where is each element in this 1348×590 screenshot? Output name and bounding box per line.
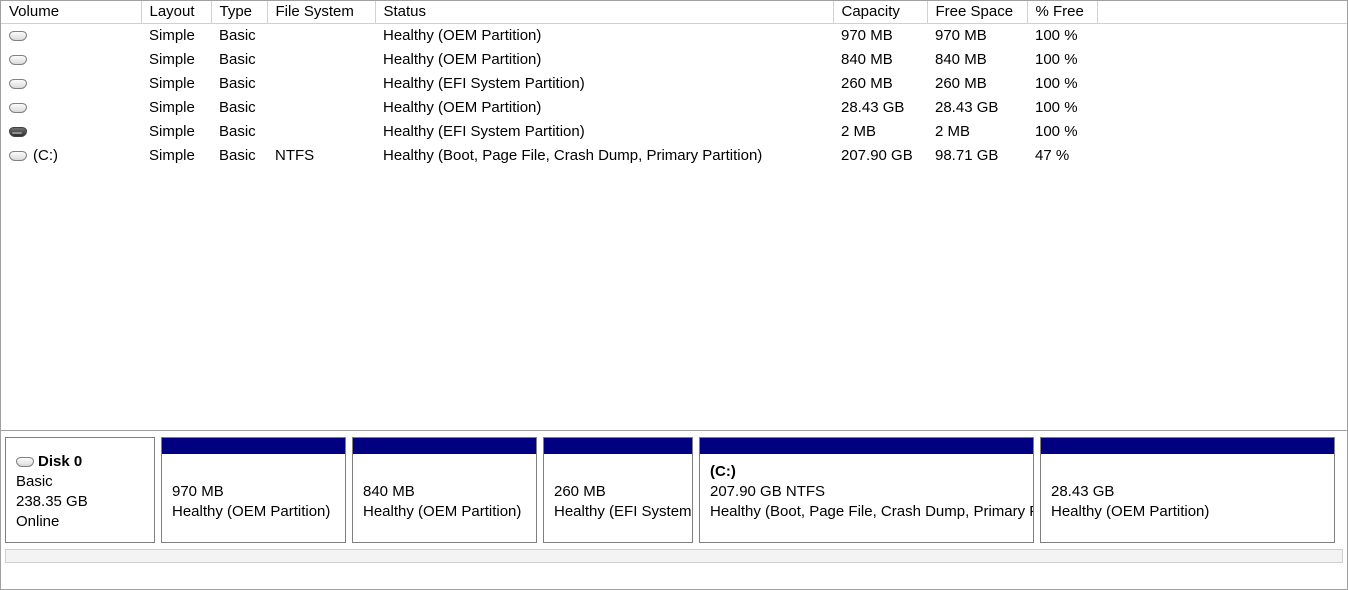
volume-pct: 100 % — [1027, 72, 1097, 96]
col-pctfree[interactable]: % Free — [1027, 1, 1097, 24]
volume-layout: Simple — [141, 24, 211, 49]
volume-capacity: 840 MB — [833, 48, 927, 72]
volume-pct: 47 % — [1027, 144, 1097, 168]
partition-size: 970 MB — [172, 482, 335, 502]
volume-free: 970 MB — [927, 24, 1027, 49]
table-row[interactable]: SimpleBasic Healthy (EFI System Partition… — [1, 72, 1347, 96]
disk-management-window: Volume Layout Type File System Status Ca… — [0, 0, 1348, 590]
disk-row: Disk 0 Basic 238.35 GB Online 970 MBHeal… — [5, 437, 1343, 543]
partition-strip: 970 MBHealthy (OEM Partition) 840 MBHeal… — [161, 437, 1343, 543]
volume-type: Basic — [211, 144, 267, 168]
volume-capacity: 970 MB — [833, 24, 927, 49]
volume-list-panel: Volume Layout Type File System Status Ca… — [1, 1, 1347, 431]
volume-status: Healthy (OEM Partition) — [375, 48, 833, 72]
partition-stripe — [162, 438, 345, 454]
partition-status: Healthy (OEM Partition) — [1051, 502, 1324, 522]
volume-fs — [267, 72, 375, 96]
volume-capacity: 28.43 GB — [833, 96, 927, 120]
col-type[interactable]: Type — [211, 1, 267, 24]
volume-layout: Simple — [141, 72, 211, 96]
col-spacer — [1097, 1, 1347, 24]
volume-pct: 100 % — [1027, 48, 1097, 72]
col-capacity[interactable]: Capacity — [833, 1, 927, 24]
partition-block[interactable]: 28.43 GBHealthy (OEM Partition) — [1040, 437, 1335, 543]
partition-size: 840 MB — [363, 482, 526, 502]
partition-size: 260 MB — [554, 482, 682, 502]
col-layout[interactable]: Layout — [141, 1, 211, 24]
volume-type: Basic — [211, 120, 267, 144]
volume-type: Basic — [211, 48, 267, 72]
partition-status: Healthy (OEM Partition) — [172, 502, 335, 522]
volume-free: 2 MB — [927, 120, 1027, 144]
drive-icon — [9, 103, 27, 113]
horizontal-scrollbar[interactable] — [5, 549, 1343, 563]
volume-free: 840 MB — [927, 48, 1027, 72]
volume-layout: Simple — [141, 48, 211, 72]
column-header-row[interactable]: Volume Layout Type File System Status Ca… — [1, 1, 1347, 24]
volume-status: Healthy (EFI System Partition) — [375, 120, 833, 144]
volume-capacity: 2 MB — [833, 120, 927, 144]
partition-status: Healthy (EFI System Partition) — [554, 502, 682, 522]
volume-free: 28.43 GB — [927, 96, 1027, 120]
partition-size: 207.90 GB NTFS — [710, 482, 1023, 502]
volume-pct: 100 % — [1027, 24, 1097, 49]
table-row[interactable]: SimpleBasicHealthy (OEM Partition)840 MB… — [1, 48, 1347, 72]
partition-stripe — [544, 438, 692, 454]
disk-state: Online — [16, 512, 144, 532]
table-row[interactable]: SimpleBasic Healthy (EFI System Partition… — [1, 120, 1347, 144]
partition-block[interactable]: 260 MBHealthy (EFI System Partition) — [543, 437, 693, 543]
disk-icon — [16, 457, 34, 467]
disk-graphical-panel: Disk 0 Basic 238.35 GB Online 970 MBHeal… — [1, 431, 1347, 589]
volume-name: (C:) — [33, 147, 58, 164]
volume-pct: 100 % — [1027, 120, 1097, 144]
partition-stripe — [353, 438, 536, 454]
drive-icon — [9, 151, 27, 161]
volume-status: Healthy (OEM Partition) — [375, 96, 833, 120]
volume-layout: Simple — [141, 96, 211, 120]
volume-status: Healthy (Boot, Page File, Crash Dump, Pr… — [375, 144, 833, 168]
table-row[interactable]: SimpleBasicHealthy (OEM Partition)28.43 … — [1, 96, 1347, 120]
col-filesystem[interactable]: File System — [267, 1, 375, 24]
volume-type: Basic — [211, 72, 267, 96]
volume-fs — [267, 48, 375, 72]
partition-status: Healthy (OEM Partition) — [363, 502, 526, 522]
col-volume[interactable]: Volume — [1, 1, 141, 24]
volume-type: Basic — [211, 24, 267, 49]
volume-capacity: 260 MB — [833, 72, 927, 96]
volume-fs — [267, 24, 375, 49]
drive-icon — [9, 55, 27, 65]
volume-status: Healthy (EFI System Partition) — [375, 72, 833, 96]
drive-icon — [9, 127, 27, 137]
table-row[interactable]: (C:) SimpleBasicNTFSHealthy (Boot, Page F… — [1, 144, 1347, 168]
col-freespace[interactable]: Free Space — [927, 1, 1027, 24]
volume-status: Healthy (OEM Partition) — [375, 24, 833, 49]
col-status[interactable]: Status — [375, 1, 833, 24]
partition-status: Healthy (Boot, Page File, Crash Dump, Pr… — [710, 502, 1023, 522]
volume-type: Basic — [211, 96, 267, 120]
table-row[interactable]: SimpleBasicHealthy (OEM Partition)970 MB… — [1, 24, 1347, 49]
volume-pct: 100 % — [1027, 96, 1097, 120]
volume-fs — [267, 120, 375, 144]
volume-layout: Simple — [141, 144, 211, 168]
volume-fs: NTFS — [267, 144, 375, 168]
drive-icon — [9, 79, 27, 89]
volume-fs — [267, 96, 375, 120]
volume-table[interactable]: Volume Layout Type File System Status Ca… — [1, 1, 1347, 168]
volume-free: 98.71 GB — [927, 144, 1027, 168]
partition-letter: (C:) — [710, 462, 1023, 482]
partition-size: 28.43 GB — [1051, 482, 1324, 502]
partition-block[interactable]: 840 MBHealthy (OEM Partition) — [352, 437, 537, 543]
partition-block[interactable]: (C:)207.90 GB NTFSHealthy (Boot, Page Fi… — [699, 437, 1034, 543]
partition-block[interactable]: 970 MBHealthy (OEM Partition) — [161, 437, 346, 543]
partition-stripe — [700, 438, 1033, 454]
disk-name: Disk 0 — [38, 453, 82, 470]
partition-stripe — [1041, 438, 1334, 454]
volume-free: 260 MB — [927, 72, 1027, 96]
disk-type: Basic — [16, 472, 144, 492]
disk-label[interactable]: Disk 0 Basic 238.35 GB Online — [5, 437, 155, 543]
volume-layout: Simple — [141, 120, 211, 144]
disk-size: 238.35 GB — [16, 492, 144, 512]
drive-icon — [9, 31, 27, 41]
volume-capacity: 207.90 GB — [833, 144, 927, 168]
